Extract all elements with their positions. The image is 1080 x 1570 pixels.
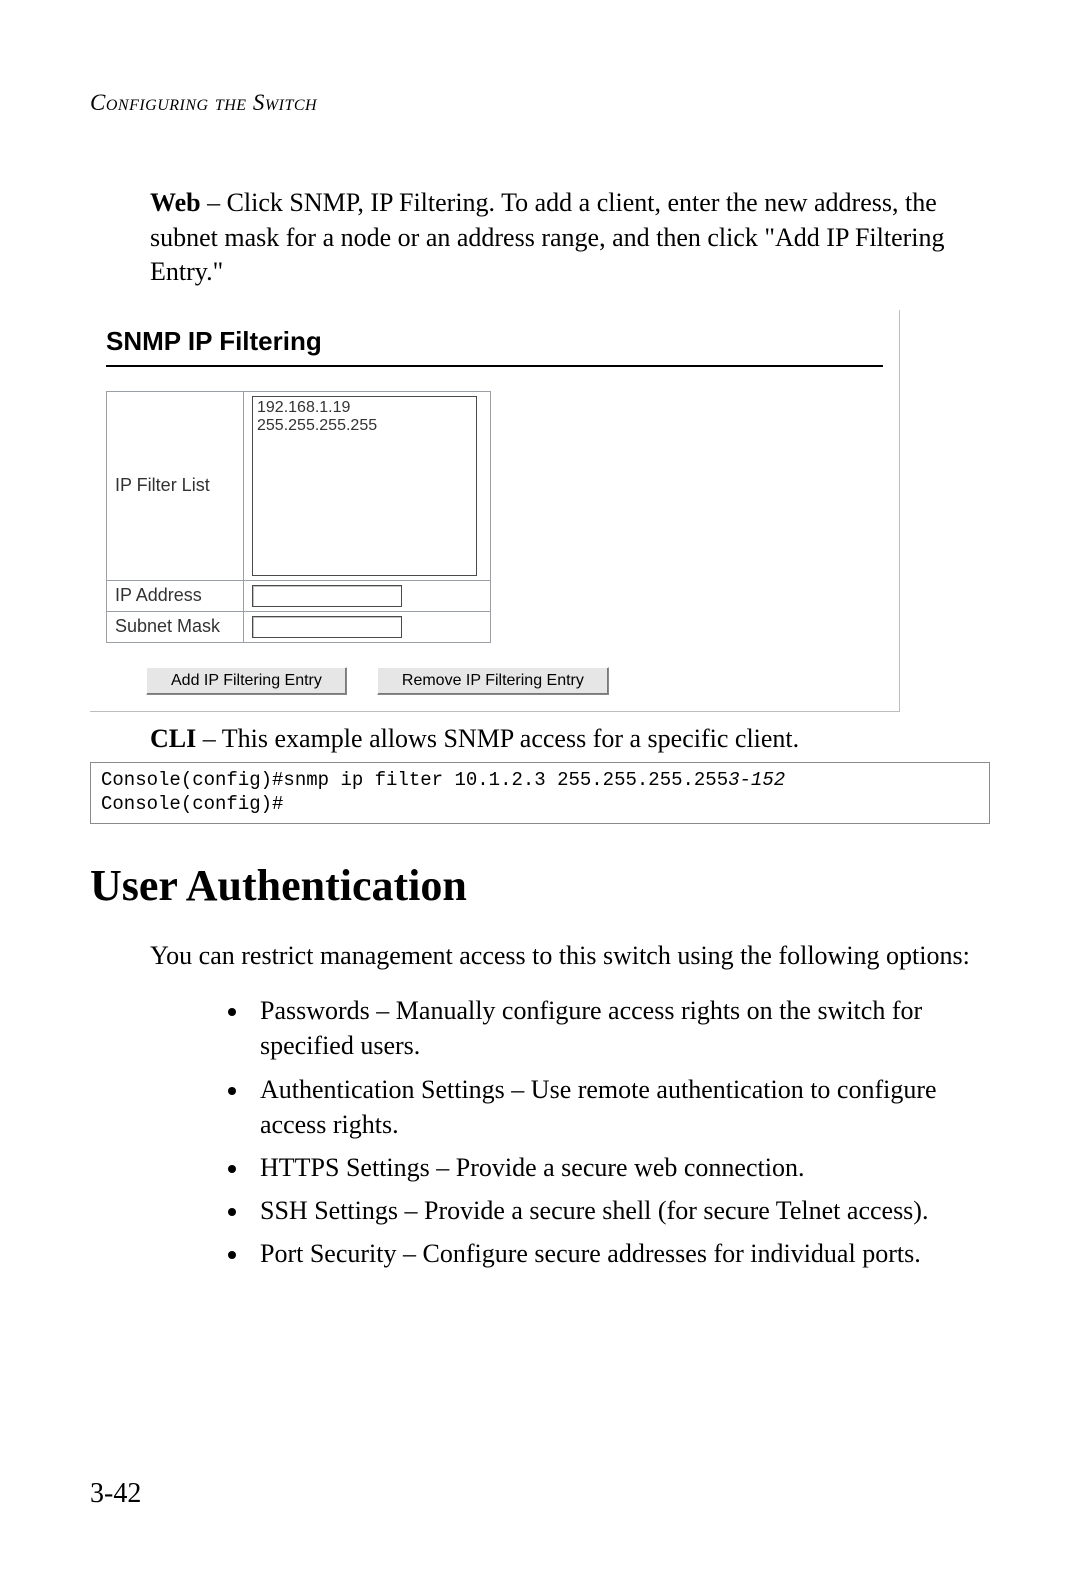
- cli-code-box: Console(config)#snmp ip filter 10.1.2.3 …: [90, 762, 990, 824]
- cli-line2: Console(config)#: [101, 793, 283, 815]
- panel-title: SNMP IP Filtering: [106, 326, 883, 357]
- ip-filter-listbox[interactable]: 192.168.1.19 255.255.255.255: [252, 396, 477, 576]
- body-column-3: You can restrict management access to th…: [150, 939, 990, 1271]
- cli-lead: CLI: [150, 724, 196, 753]
- web-lead: Web: [150, 188, 201, 217]
- ip-filter-list-item[interactable]: 192.168.1.19 255.255.255.255: [257, 399, 472, 435]
- list-item: Port Security – Configure secure address…: [250, 1236, 990, 1271]
- cli-paragraph: CLI – This example allows SNMP access fo…: [150, 722, 990, 757]
- cli-line1-cmd: Console(config)#snmp ip filter 10.1.2.3 …: [101, 769, 728, 791]
- subnet-mask-input[interactable]: [252, 616, 402, 638]
- button-row: Add IP Filtering Entry Remove IP Filteri…: [106, 667, 883, 695]
- page-number: 3-42: [90, 1478, 141, 1510]
- auth-intro: You can restrict management access to th…: [150, 939, 990, 974]
- cli-text: – This example allows SNMP access for a …: [196, 724, 799, 753]
- remove-ip-filtering-entry-button[interactable]: Remove IP Filtering Entry: [377, 667, 609, 695]
- list-item: Authentication Settings – Use remote aut…: [250, 1072, 990, 1142]
- snmp-ip-filtering-panel: SNMP IP Filtering IP Filter List 192.168…: [90, 310, 900, 712]
- ip-address-row: IP Address: [107, 580, 491, 611]
- body-column-2: CLI – This example allows SNMP access fo…: [150, 722, 990, 757]
- running-head-text: Configuring the Switch: [90, 90, 317, 115]
- ip-filter-list-cell: 192.168.1.19 255.255.255.255: [244, 391, 491, 580]
- subnet-mask-row: Subnet Mask: [107, 611, 491, 642]
- ip-address-input[interactable]: [252, 585, 402, 607]
- list-item: Passwords – Manually configure access ri…: [250, 993, 990, 1063]
- ip-address-label: IP Address: [107, 580, 244, 611]
- ui-inner: SNMP IP Filtering IP Filter List 192.168…: [90, 310, 899, 711]
- page: Configuring the Switch Web – Click SNMP,…: [0, 0, 1080, 1570]
- auth-options-list: Passwords – Manually configure access ri…: [150, 993, 990, 1271]
- body-column: Web – Click SNMP, IP Filtering. To add a…: [150, 186, 990, 290]
- web-text: – Click SNMP, IP Filtering. To add a cli…: [150, 188, 945, 286]
- ip-filter-list-row: IP Filter List 192.168.1.19 255.255.255.…: [107, 391, 491, 580]
- ip-address-cell: [244, 580, 491, 611]
- section-user-authentication: User Authentication: [90, 860, 990, 911]
- panel-divider: [106, 365, 883, 367]
- ip-filter-list-label: IP Filter List: [107, 391, 244, 580]
- subnet-mask-cell: [244, 611, 491, 642]
- web-paragraph: Web – Click SNMP, IP Filtering. To add a…: [150, 186, 990, 290]
- running-head: Configuring the Switch: [90, 90, 990, 116]
- list-item: HTTPS Settings – Provide a secure web co…: [250, 1150, 990, 1185]
- list-item: SSH Settings – Provide a secure shell (f…: [250, 1193, 990, 1228]
- add-ip-filtering-entry-button[interactable]: Add IP Filtering Entry: [146, 667, 347, 695]
- ip-filter-form: IP Filter List 192.168.1.19 255.255.255.…: [106, 391, 491, 643]
- subnet-mask-label: Subnet Mask: [107, 611, 244, 642]
- cli-line1-ref: 3-152: [728, 769, 785, 791]
